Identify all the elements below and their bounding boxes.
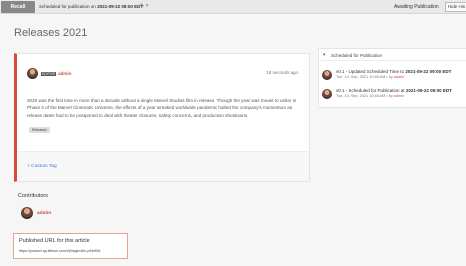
pencil-icon[interactable]: ✎ — [140, 3, 144, 9]
published-url-title: Published URL for this article — [19, 238, 90, 244]
history-event-user[interactable]: admin — [394, 94, 404, 98]
history-panel-header[interactable]: ▾ Scheduled for Publication — [319, 49, 466, 61]
contributor-item: admin — [21, 207, 51, 219]
author-row: EDITOR admin — [27, 68, 71, 79]
close-icon[interactable]: × — [146, 3, 149, 9]
post-timestamp: 18 seconds ago — [266, 70, 298, 75]
schedule-actions: ✎ × — [140, 3, 149, 9]
contributor-name[interactable]: admin — [37, 211, 51, 216]
history-event-text: v0.1 - Scheduled for Publication at 2021… — [336, 88, 452, 93]
author-name[interactable]: admin — [58, 71, 71, 76]
role-badge: EDITOR — [41, 71, 57, 76]
published-url-link[interactable]: https://product.qa.liblium.com/r/j/9agir… — [19, 249, 101, 253]
scheduled-info: Scheduled for publication on 2021-09-22 … — [39, 4, 143, 9]
chevron-down-icon[interactable]: ▾ — [323, 52, 326, 58]
published-url-box: Published URL for this article https://p… — [13, 233, 128, 259]
post-card: EDITOR admin 18 seconds ago 2020 was the… — [14, 53, 310, 182]
scheduled-prefix: Scheduled for publication on — [39, 4, 96, 9]
scheduled-time: 2021-09-22 09:00 EDT — [97, 4, 144, 9]
avatar — [27, 68, 38, 79]
avatar — [322, 70, 332, 80]
history-panel: ▾ Scheduled for Publication v0.1 - Updat… — [318, 48, 466, 108]
history-event-user[interactable]: admin — [394, 75, 404, 79]
history-event-meta: Tue, 14, Sep, 2021 10:48 AM • by admin — [336, 75, 405, 79]
history-event: v0.1 - Updated Scheduled Time to 2021-09… — [322, 69, 451, 80]
history-event-meta: Tue, 14, Sep, 2021 10:48 AM • by admin — [336, 94, 405, 98]
top-bar: Recall Scheduled for publication on 2021… — [0, 0, 466, 14]
recall-button[interactable]: Recall — [1, 1, 35, 13]
card-footer — [17, 151, 309, 181]
hide-history-button[interactable]: Hide His — [445, 2, 466, 12]
post-body[interactable]: 2020 was the first time in more than a d… — [27, 97, 305, 119]
page-title: Releases 2021 — [14, 27, 88, 39]
avatar — [322, 89, 332, 99]
contributors-title: Contributors — [18, 193, 48, 199]
status-label: Awaiting Publication — [394, 4, 439, 10]
tag-chip[interactable]: Releases — [29, 127, 50, 133]
add-custom-tag-link[interactable]: + Custom Tag — [27, 164, 57, 169]
avatar — [21, 207, 33, 219]
history-event-text: v0.1 - Updated Scheduled Time to 2021-09… — [336, 69, 452, 74]
history-panel-title: Scheduled for Publication — [331, 53, 383, 58]
history-event: v0.1 - Scheduled for Publication at 2021… — [322, 88, 452, 99]
